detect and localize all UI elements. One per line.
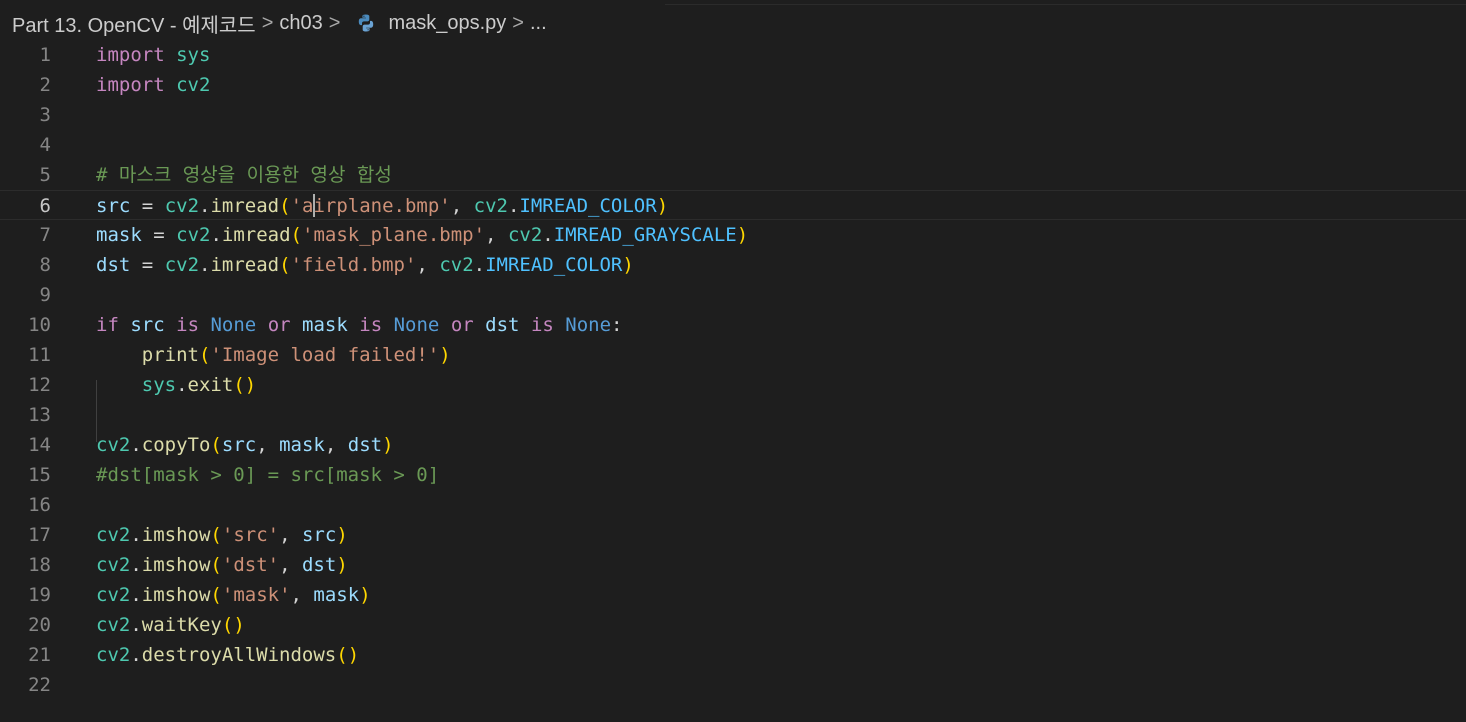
line-number: 5 <box>39 164 51 186</box>
code-line[interactable]: 9 <box>0 280 1466 310</box>
line-number: 2 <box>39 74 51 96</box>
code-line[interactable]: 17 cv2.imshow('src', src) <box>0 520 1466 550</box>
chevron-right-icon: > <box>328 11 341 34</box>
code-text[interactable]: cv2.waitKey() <box>96 610 245 640</box>
line-number: 21 <box>28 644 51 666</box>
line-number: 7 <box>39 224 51 246</box>
code-line[interactable]: 13 <box>0 400 1466 430</box>
line-number: 22 <box>28 674 51 696</box>
code-line[interactable]: 2 import cv2 <box>0 70 1466 100</box>
code-text[interactable]: dst = cv2.imread('field.bmp', cv2.IMREAD… <box>96 250 634 280</box>
code-line[interactable]: 3 <box>0 100 1466 130</box>
code-text[interactable]: sys.exit() <box>96 370 256 400</box>
breadcrumb-more[interactable]: ... <box>530 12 547 35</box>
chevron-right-icon: > <box>261 11 274 34</box>
line-number: 18 <box>28 554 51 576</box>
code-text[interactable]: src = cv2.imread('airplane.bmp', cv2.IMR… <box>96 191 668 221</box>
code-text[interactable]: cv2.imshow('src', src) <box>96 520 348 550</box>
code-text[interactable]: cv2.destroyAllWindows() <box>96 640 359 670</box>
code-line[interactable]: 14 cv2.copyTo(src, mask, dst) <box>0 430 1466 460</box>
code-line[interactable]: 12 sys.exit() <box>0 370 1466 400</box>
line-number: 11 <box>28 344 51 366</box>
code-text[interactable]: cv2.imshow('mask', mask) <box>96 580 371 610</box>
line-number: 6 <box>39 195 51 217</box>
chevron-right-icon: > <box>512 11 524 34</box>
breadcrumb-file[interactable]: mask_ops.py <box>388 12 506 35</box>
code-line[interactable]: 20 cv2.waitKey() <box>0 610 1466 640</box>
code-text[interactable]: import sys <box>96 40 210 70</box>
line-number: 14 <box>28 434 51 456</box>
python-icon <box>359 14 374 32</box>
line-number: 3 <box>39 104 51 126</box>
code-text[interactable]: import cv2 <box>96 70 210 100</box>
code-text[interactable]: mask = cv2.imread('mask_plane.bmp', cv2.… <box>96 220 748 250</box>
code-text[interactable]: if src is None or mask is None or dst is… <box>96 310 623 340</box>
code-line[interactable]: 6 src = cv2.imread('airplane.bmp', cv2.IM… <box>0 190 1466 220</box>
code-line[interactable]: 1 import sys <box>0 40 1466 70</box>
code-line[interactable]: 10 if src is None or mask is None or dst … <box>0 310 1466 340</box>
code-line[interactable]: 16 <box>0 490 1466 520</box>
line-number: 10 <box>28 314 51 336</box>
breadcrumb: Part 13. OpenCV - 예제코드 > ch03 > mask_ops… <box>12 9 547 38</box>
code-line[interactable]: 22 <box>0 670 1466 700</box>
line-number: 4 <box>39 134 51 156</box>
line-number: 1 <box>39 44 51 66</box>
line-number: 20 <box>28 614 51 636</box>
code-line[interactable]: 5 # 마스크 영상을 이용한 영상 합성 <box>0 160 1466 190</box>
line-number: 15 <box>28 464 51 486</box>
line-number: 16 <box>28 494 51 516</box>
code-text[interactable]: cv2.copyTo(src, mask, dst) <box>96 430 394 460</box>
line-number: 8 <box>39 254 51 276</box>
line-number: 12 <box>28 374 51 396</box>
breadcrumb-folder[interactable]: ch03 <box>279 12 322 35</box>
line-number: 9 <box>39 284 51 306</box>
code-line[interactable]: 8 dst = cv2.imread('field.bmp', cv2.IMREA… <box>0 250 1466 280</box>
code-text[interactable]: #dst[mask > 0] = src[mask > 0] <box>96 460 439 490</box>
code-editor[interactable]: 1 import sys 2 import cv2 3 4 5 # 마스크 영상을 이용한 영… <box>0 40 1466 722</box>
code-line[interactable]: 7 mask = cv2.imread('mask_plane.bmp', cv2… <box>0 220 1466 250</box>
line-number: 19 <box>28 584 51 606</box>
code-text[interactable]: # 마스크 영상을 이용한 영상 합성 <box>96 160 392 190</box>
line-number: 17 <box>28 524 51 546</box>
code-line[interactable]: 19 cv2.imshow('mask', mask) <box>0 580 1466 610</box>
tab-bar-border <box>665 4 1466 5</box>
code-line[interactable]: 21 cv2.destroyAllWindows() <box>0 640 1466 670</box>
breadcrumb-root[interactable]: Part 13. OpenCV - 예제코드 <box>12 9 256 38</box>
code-line[interactable]: 18 cv2.imshow('dst', dst) <box>0 550 1466 580</box>
code-text[interactable]: cv2.imshow('dst', dst) <box>96 550 348 580</box>
code-line[interactable]: 11 print('Image load failed!') <box>0 340 1466 370</box>
line-number: 13 <box>28 404 51 426</box>
code-text[interactable]: print('Image load failed!') <box>96 340 451 370</box>
code-line[interactable]: 15 #dst[mask > 0] = src[mask > 0] <box>0 460 1466 490</box>
code-line[interactable]: 4 <box>0 130 1466 160</box>
